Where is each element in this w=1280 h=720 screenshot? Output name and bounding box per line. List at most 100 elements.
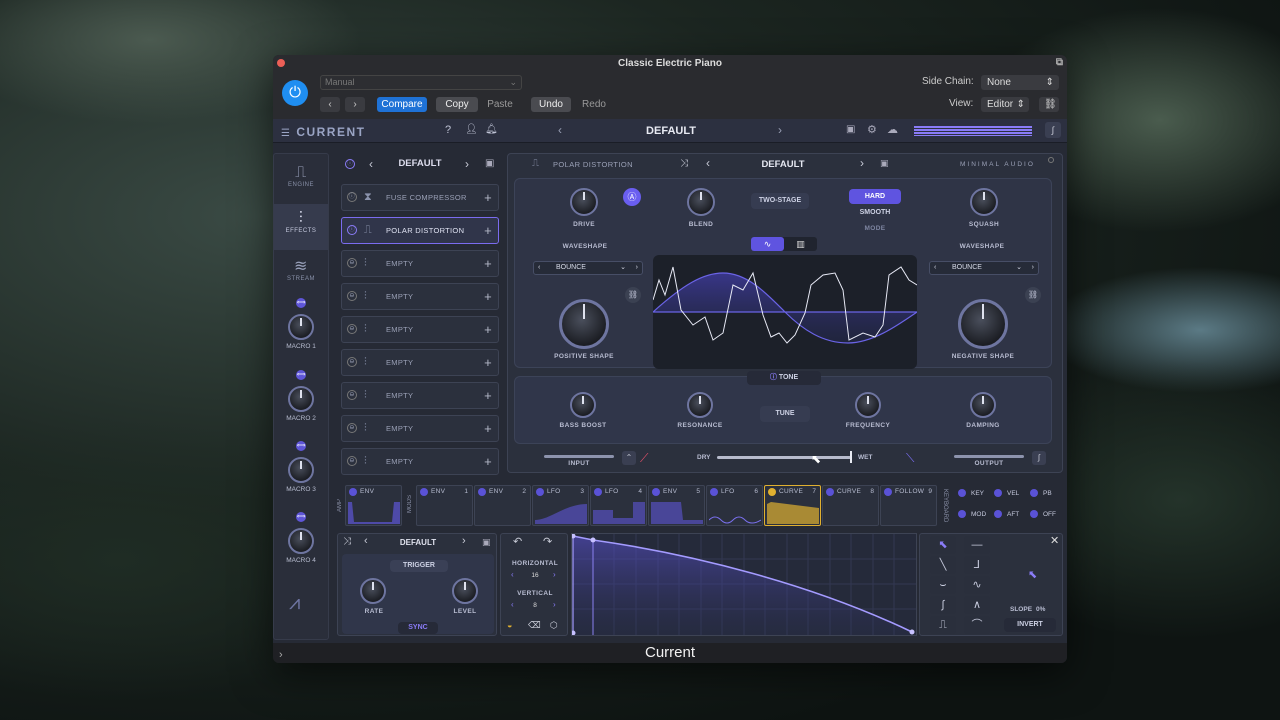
key-source[interactable]: KEY bbox=[955, 485, 989, 502]
resize-icon[interactable]: ⧉ bbox=[1056, 57, 1063, 68]
dry-wet-slider[interactable] bbox=[717, 456, 851, 459]
chain-slot[interactable]: ⊖ ⫶ EMPTY + bbox=[341, 415, 499, 442]
bump-shape-icon[interactable]: ⌒ bbox=[964, 616, 990, 634]
trigger-button[interactable]: TRIGGER bbox=[390, 560, 448, 572]
vertical-decrease-icon[interactable]: ‹ bbox=[511, 600, 514, 609]
add-icon[interactable]: + bbox=[484, 284, 492, 309]
sidechain-select[interactable]: None ⇕ bbox=[981, 75, 1059, 90]
wave-view-icon[interactable]: ∿ bbox=[751, 237, 784, 251]
save-icon[interactable]: ▣ bbox=[880, 158, 889, 169]
curve-icon[interactable]: ∫ bbox=[1045, 122, 1061, 138]
close-icon[interactable]: ✕ bbox=[1050, 534, 1059, 547]
slot-power-icon[interactable]: ⊖ bbox=[347, 324, 357, 334]
compare-button[interactable]: Compare bbox=[377, 97, 427, 112]
chevron-left-icon[interactable]: ‹ bbox=[534, 264, 540, 271]
slot-power-icon[interactable]: ⓘ bbox=[347, 225, 357, 235]
curve-icon[interactable]: ∫ bbox=[1032, 451, 1046, 465]
add-icon[interactable]: + bbox=[484, 251, 492, 276]
smooth-mode-button[interactable]: SMOOTH bbox=[849, 205, 901, 220]
add-icon[interactable]: + bbox=[484, 185, 492, 210]
next-preset-arrow[interactable]: › bbox=[778, 123, 782, 137]
add-icon[interactable]: + bbox=[484, 218, 492, 243]
mod-drag-icon[interactable] bbox=[1030, 489, 1038, 497]
macro-2-knob[interactable] bbox=[288, 386, 314, 412]
effect-prev-arrow[interactable]: ‹ bbox=[706, 156, 710, 170]
pulse-shape-icon[interactable]: ⎍ bbox=[930, 616, 956, 634]
macro-4[interactable]: ⟺ MACRO 4 bbox=[286, 512, 316, 564]
macro-4-knob[interactable] bbox=[288, 528, 314, 554]
eraser-icon[interactable]: ⌫ bbox=[528, 620, 541, 631]
mod-tab[interactable]: ENV 2 bbox=[474, 485, 531, 526]
mod-tab[interactable]: CURVE 8 bbox=[822, 485, 879, 526]
vertical-increase-icon[interactable]: › bbox=[553, 600, 556, 609]
chain-slot[interactable]: ⊖ ⫶ EMPTY + bbox=[341, 349, 499, 376]
mod-tab[interactable]: LFO 4 bbox=[590, 485, 647, 526]
power-button[interactable]: ⏻ bbox=[282, 80, 308, 106]
host-preset-select[interactable]: Manual ⌄ bbox=[320, 75, 522, 90]
paste-button[interactable]: Paste bbox=[480, 97, 520, 112]
ramp-down-shape-icon[interactable]: ╲ bbox=[930, 556, 956, 574]
two-stage-button[interactable]: TWO-STAGE bbox=[751, 193, 809, 209]
bass-boost-knob[interactable] bbox=[570, 392, 596, 418]
sync-button[interactable]: SYNC bbox=[398, 622, 438, 634]
add-icon[interactable]: + bbox=[484, 383, 492, 408]
mod-tab-active[interactable]: CURVE 7 bbox=[764, 485, 821, 526]
waveshape-left-select[interactable]: ‹ BOUNCE ⌄ › bbox=[533, 261, 643, 275]
triangle-shape-icon[interactable]: ∧ bbox=[964, 596, 990, 614]
add-icon[interactable]: + bbox=[484, 416, 492, 441]
macro-1[interactable]: ⟺ MACRO 1 bbox=[286, 298, 316, 350]
user-icon[interactable]: 👤︎ bbox=[465, 124, 478, 135]
close-window-button[interactable] bbox=[277, 59, 285, 67]
prev-preset-button[interactable]: ‹ bbox=[320, 97, 340, 112]
macro-3-knob[interactable] bbox=[288, 457, 314, 483]
gear-icon[interactable]: ⚙ bbox=[867, 123, 877, 136]
magnet-icon[interactable]: ◒ bbox=[507, 620, 512, 630]
curve-prev-arrow[interactable]: ‹ bbox=[364, 535, 368, 547]
save-icon[interactable]: ▣ bbox=[846, 124, 855, 135]
macro-2[interactable]: ⟺ MACRO 2 bbox=[286, 370, 316, 422]
rate-knob[interactable] bbox=[360, 578, 386, 604]
effect-next-arrow[interactable]: › bbox=[860, 156, 864, 170]
mod-drag-icon[interactable] bbox=[594, 488, 602, 496]
chain-slot[interactable]: ⓘ ⎍ POLAR DISTORTION + bbox=[341, 217, 499, 244]
redo-icon[interactable]: ↷ bbox=[543, 535, 552, 548]
hard-mode-button[interactable]: HARD bbox=[849, 189, 901, 204]
mod-drag-icon[interactable] bbox=[826, 488, 834, 496]
macro-3[interactable]: ⟺ MACRO 3 bbox=[286, 441, 316, 493]
squash-knob[interactable] bbox=[970, 188, 998, 216]
auto-gain-icon[interactable]: Ⓐ bbox=[623, 188, 641, 206]
negative-shape-knob[interactable] bbox=[958, 299, 1008, 349]
undo-button[interactable]: Undo bbox=[531, 97, 571, 112]
chain-slot[interactable]: ⊖ ⫶ EMPTY + bbox=[341, 448, 499, 475]
plugin-preset-name[interactable]: DEFAULT bbox=[613, 125, 729, 137]
curve-preset-name[interactable]: DEFAULT bbox=[378, 538, 458, 547]
help-icon[interactable]: ? bbox=[445, 124, 451, 136]
chain-slot[interactable]: ⊖ ⫶ EMPTY + bbox=[341, 250, 499, 277]
curve-canvas[interactable] bbox=[570, 533, 917, 636]
drive-knob[interactable] bbox=[570, 188, 598, 216]
flat-shape-icon[interactable]: — bbox=[964, 536, 990, 554]
cube-icon[interactable]: ⬡ bbox=[550, 620, 558, 631]
mod-drag-icon[interactable] bbox=[768, 488, 776, 496]
chevron-up-icon[interactable]: ⌃ bbox=[622, 451, 636, 465]
sidebar-item-engine[interactable]: ⎍ ENGINE bbox=[274, 158, 328, 204]
slot-power-icon[interactable]: ⓘ bbox=[347, 192, 357, 202]
save-icon[interactable]: ▣ bbox=[482, 537, 491, 548]
tone-power-icon[interactable]: ⓘ bbox=[770, 374, 777, 381]
positive-shape-knob[interactable] bbox=[559, 299, 609, 349]
vel-source[interactable]: VEL bbox=[991, 485, 1025, 502]
add-icon[interactable]: + bbox=[484, 317, 492, 342]
mod-drag-icon[interactable] bbox=[536, 488, 544, 496]
resonance-knob[interactable] bbox=[687, 392, 713, 418]
bell-icon[interactable]: 🔔︎ bbox=[485, 124, 498, 135]
macro-1-knob[interactable] bbox=[288, 314, 314, 340]
sidebar-item-effects[interactable]: ⫶ EFFECTS bbox=[274, 204, 328, 250]
chain-slot[interactable]: ⊖ ⫶ EMPTY + bbox=[341, 283, 499, 310]
save-icon[interactable]: ▣ bbox=[485, 158, 494, 169]
invert-button[interactable]: INVERT bbox=[1004, 618, 1056, 632]
mod-drag-icon[interactable] bbox=[884, 488, 892, 496]
pointer-tool-icon[interactable]: ⬉ bbox=[930, 536, 956, 554]
chain-slot[interactable]: ⓘ ⧗ FUSE COMPRESSOR + bbox=[341, 184, 499, 211]
off-source[interactable]: OFF bbox=[1027, 506, 1061, 523]
frequency-knob[interactable] bbox=[855, 392, 881, 418]
